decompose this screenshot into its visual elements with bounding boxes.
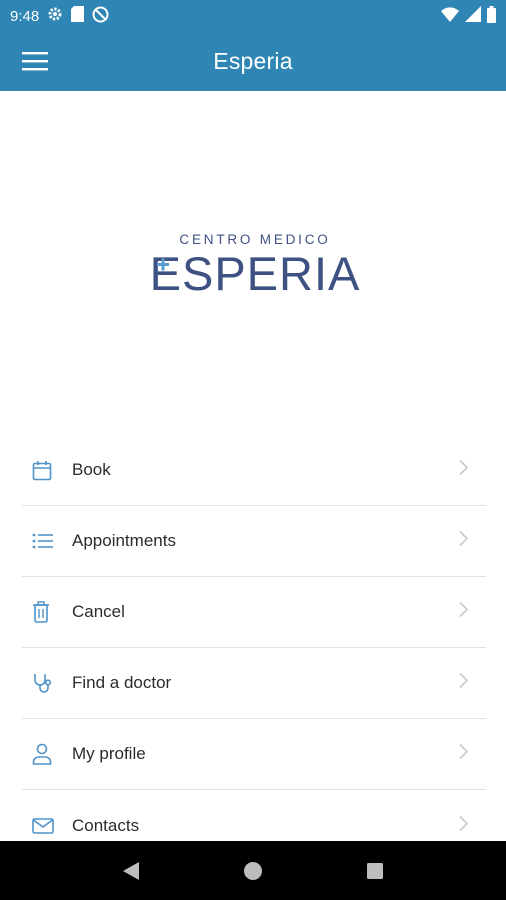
chevron-right-icon xyxy=(459,601,469,623)
stethoscope-icon xyxy=(22,672,66,694)
chevron-right-icon xyxy=(459,672,469,694)
svg-text:CENTRO MEDICO: CENTRO MEDICO xyxy=(179,232,330,247)
no-data-icon xyxy=(92,6,109,27)
hamburger-menu-icon xyxy=(22,52,48,71)
status-bar: 9:48 xyxy=(0,0,506,32)
menu-item-label: Find a doctor xyxy=(72,673,172,692)
centro-medico-esperia-logo: CENTRO MEDICO ESPERIA xyxy=(150,232,361,295)
sd-card-icon xyxy=(71,6,85,26)
list-icon xyxy=(22,532,66,550)
recents-icon xyxy=(367,862,383,879)
menu-item-cancel[interactable]: Cancel xyxy=(22,577,486,648)
menu-item-label: Cancel xyxy=(72,602,125,621)
menu-item-label: Appointments xyxy=(72,531,176,550)
home-icon xyxy=(244,861,262,880)
settings-icon xyxy=(47,6,63,26)
person-icon xyxy=(22,743,66,765)
menu-button[interactable] xyxy=(16,44,54,78)
menu-item-label: Contacts xyxy=(72,815,140,835)
menu-item-my-profile[interactable]: My profile xyxy=(22,719,486,790)
svg-text:ESPERIA: ESPERIA xyxy=(150,247,361,295)
main-menu: Book Appointments Cancel Find a doctor M… xyxy=(22,435,486,861)
menu-item-appointments[interactable]: Appointments xyxy=(22,506,486,577)
wifi-icon xyxy=(441,6,459,26)
mail-icon xyxy=(22,817,66,834)
app-bar: Esperia xyxy=(0,32,506,91)
trash-icon xyxy=(22,601,66,623)
recents-button[interactable] xyxy=(355,851,395,891)
logo: CENTRO MEDICO ESPERIA xyxy=(0,220,506,300)
menu-item-label: Book xyxy=(72,460,111,479)
status-time: 9:48 xyxy=(10,7,40,25)
back-button[interactable] xyxy=(111,851,151,891)
menu-item-book[interactable]: Book xyxy=(22,435,486,506)
app-title: Esperia xyxy=(213,48,293,74)
system-navigation-bar xyxy=(0,841,506,900)
battery-icon xyxy=(487,5,496,27)
signal-icon xyxy=(465,6,481,26)
chevron-right-icon xyxy=(459,815,469,836)
chevron-right-icon xyxy=(459,459,469,481)
chevron-right-icon xyxy=(459,743,469,765)
menu-item-label: My profile xyxy=(72,744,146,763)
calendar-icon xyxy=(22,460,66,481)
home-button[interactable] xyxy=(233,851,273,891)
menu-item-find-doctor[interactable]: Find a doctor xyxy=(22,648,486,719)
back-icon xyxy=(123,861,139,880)
chevron-right-icon xyxy=(459,530,469,552)
